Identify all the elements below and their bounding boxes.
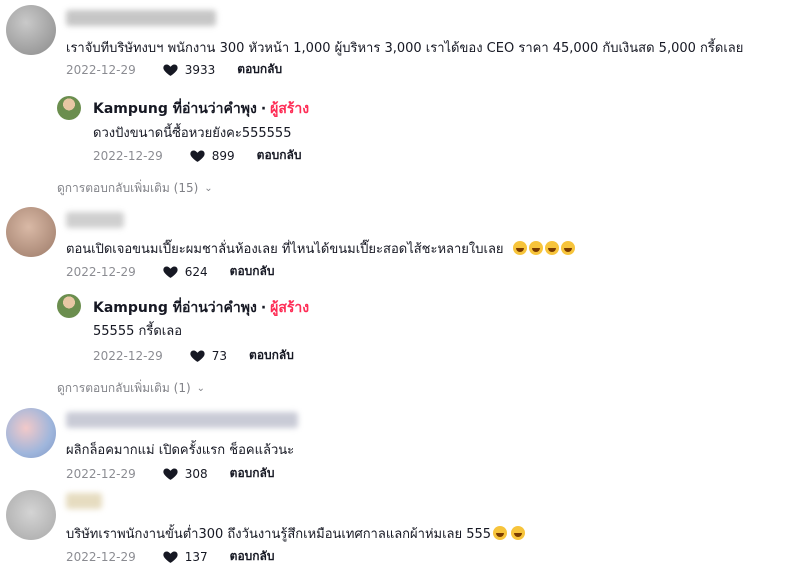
comment-text: ผลิกล็อคมากแม่ เปิดครั้งแรก ช็อคแล้วนะ (66, 443, 295, 458)
reply-meta: 2022-12-29 899 ตอบกลับ (93, 146, 302, 165)
reply-button[interactable]: ตอบกลับ (237, 60, 282, 79)
like-button[interactable]: 137 (162, 548, 208, 565)
chevron-down-icon: ⌄ (204, 183, 213, 194)
separator: · (260, 101, 267, 117)
laughing-emoji (544, 241, 559, 255)
view-more-replies[interactable]: ดูการตอบกลับเพิ่มเติม (1) ⌄ (57, 379, 205, 398)
reply-author[interactable]: Kampung ที่อ่านว่าคําพุง (93, 297, 257, 319)
reply-text: ดวงปังขนาดนี้ซื้อหวยยังคะ555555 (93, 126, 292, 141)
reply-meta: 2022-12-29 73 ตอบกลับ (93, 346, 294, 365)
like-button[interactable]: 624 (162, 263, 208, 280)
like-count: 137 (184, 549, 208, 564)
comment-text: ตอนเปิดเจอขนมเปี๊ยะผมชาลั่นห้องเลย ที่ไห… (66, 238, 575, 259)
commenter-avatar[interactable] (6, 207, 56, 257)
comment-text-content: ตอนเปิดเจอขนมเปี๊ยะผมชาลั่นห้องเลย ที่ไห… (66, 242, 504, 257)
heart-icon (163, 64, 178, 76)
like-count: 3933 (184, 62, 216, 77)
laughing-emoji (493, 526, 508, 540)
comment-meta: 2022-12-29 3933 ตอบกลับ (66, 60, 282, 79)
comment-meta: 2022-12-29 137 ตอบกลับ (66, 547, 275, 566)
comment-date: 2022-12-29 (66, 62, 136, 77)
comment-meta: 2022-12-29 308 ตอบกลับ (66, 464, 275, 483)
commenter-name[interactable] (66, 493, 102, 509)
like-button[interactable]: 3933 (162, 61, 216, 78)
reply-button[interactable]: ตอบกลับ (230, 547, 275, 566)
comment-meta: 2022-12-29 624 ตอบกลับ (66, 262, 275, 281)
creator-avatar[interactable] (57, 96, 81, 120)
comment-date: 2022-12-29 (66, 549, 136, 564)
reply-button[interactable]: ตอบกลับ (230, 262, 275, 281)
laughing-emoji (560, 241, 575, 255)
reply-author[interactable]: Kampung ที่อ่านว่าคําพุง (93, 98, 257, 120)
like-count: 308 (184, 466, 208, 481)
view-more-replies[interactable]: ดูการตอบกลับเพิ่มเติม (15) ⌄ (57, 179, 213, 198)
commenter-name[interactable] (66, 212, 124, 228)
reply-author-line: Kampung ที่อ่านว่าคําพุง · ผู้สร้าง (93, 98, 309, 120)
like-count: 899 (211, 148, 235, 163)
heart-icon (163, 468, 178, 480)
reply-date: 2022-12-29 (93, 148, 163, 163)
creator-avatar[interactable] (57, 294, 81, 318)
reply-button[interactable]: ตอบกลับ (257, 146, 302, 165)
heart-icon (163, 266, 178, 278)
commenter-name[interactable] (66, 412, 298, 428)
heart-icon (163, 551, 178, 563)
view-more-label: ดูการตอบกลับเพิ่มเติม (15) (57, 181, 199, 195)
comment-text: บริษัทเราพนักงานขั้นต่ำ300 ถึงวันงานรู้ส… (66, 523, 526, 544)
comment-date: 2022-12-29 (66, 264, 136, 279)
commenter-avatar[interactable] (6, 5, 56, 55)
laughing-emoji (528, 241, 543, 255)
like-count: 73 (211, 348, 228, 363)
comment-text-content: บริษัทเราพนักงานขั้นต่ำ300 ถึงวันงานรู้ส… (66, 527, 492, 542)
comment-date: 2022-12-29 (66, 466, 136, 481)
creator-badge: ผู้สร้าง (270, 300, 310, 316)
like-button[interactable]: 308 (162, 465, 208, 482)
chevron-down-icon: ⌄ (196, 383, 206, 394)
laughing-emoji (512, 241, 527, 255)
reply-date: 2022-12-29 (93, 348, 163, 363)
commenter-avatar[interactable] (6, 408, 56, 458)
like-button[interactable]: 899 (189, 147, 235, 164)
reply-author-line: Kampung ที่อ่านว่าคําพุง · ผู้สร้าง (93, 297, 309, 319)
laughing-emoji (511, 526, 526, 540)
reply-button[interactable]: ตอบกลับ (249, 346, 294, 365)
creator-badge: ผู้สร้าง (270, 101, 310, 117)
commenter-avatar[interactable] (6, 490, 56, 540)
like-count: 624 (184, 264, 208, 279)
reply-button[interactable]: ตอบกลับ (230, 464, 275, 483)
comment-text: เราจับทีบริษัทงบฯ พนักงาน 300 หัวหน้า 1,… (66, 41, 744, 56)
like-button[interactable]: 73 (189, 347, 227, 364)
view-more-label: ดูการตอบกลับเพิ่มเติม (1) (57, 381, 191, 395)
separator: · (260, 300, 267, 316)
commenter-name[interactable] (66, 10, 216, 26)
heart-icon (190, 150, 205, 162)
heart-icon (190, 350, 205, 362)
reply-text: 55555 กรี้ดเลอ (93, 324, 183, 339)
